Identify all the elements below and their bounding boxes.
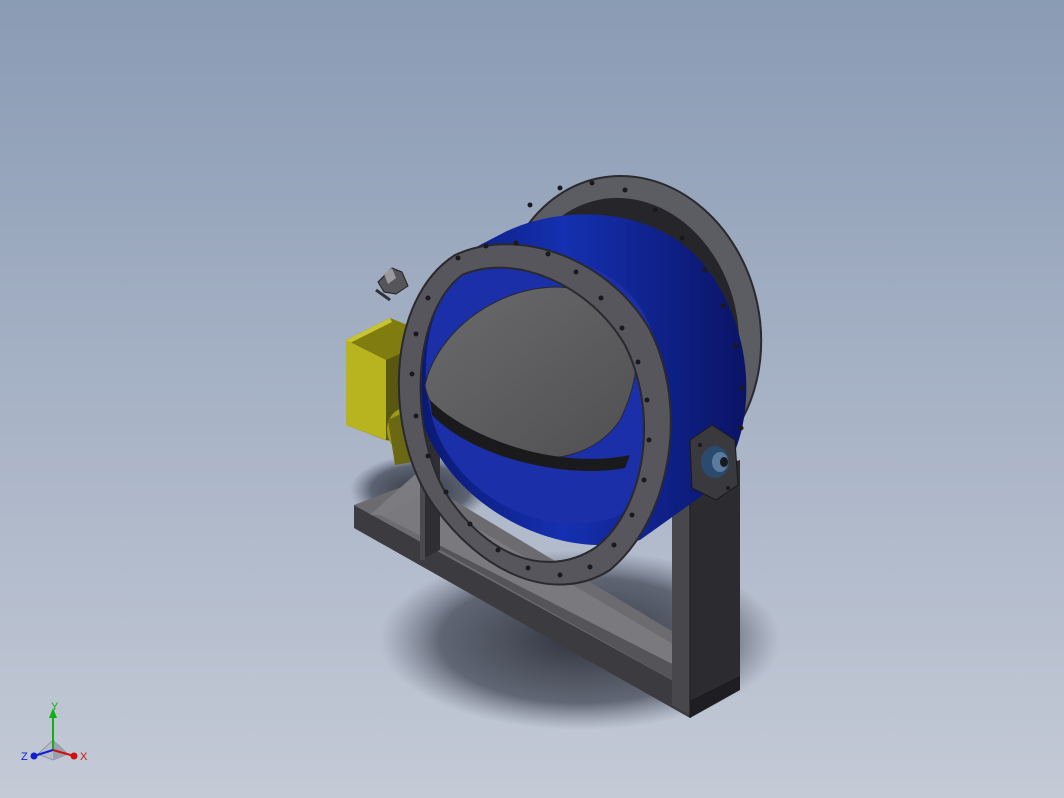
x-axis-dot-icon [70,752,78,760]
damper-model[interactable] [0,0,1064,798]
x-axis-label: X [80,751,88,763]
z-axis-dot-icon [30,752,38,760]
z-axis-label: Z [21,751,28,763]
y-axis-label: Y [51,702,59,713]
coordinate-triad: Y X Z [21,702,88,763]
cad-viewport[interactable]: Y X Z [0,0,1064,798]
shaft-nut[interactable] [375,267,409,302]
